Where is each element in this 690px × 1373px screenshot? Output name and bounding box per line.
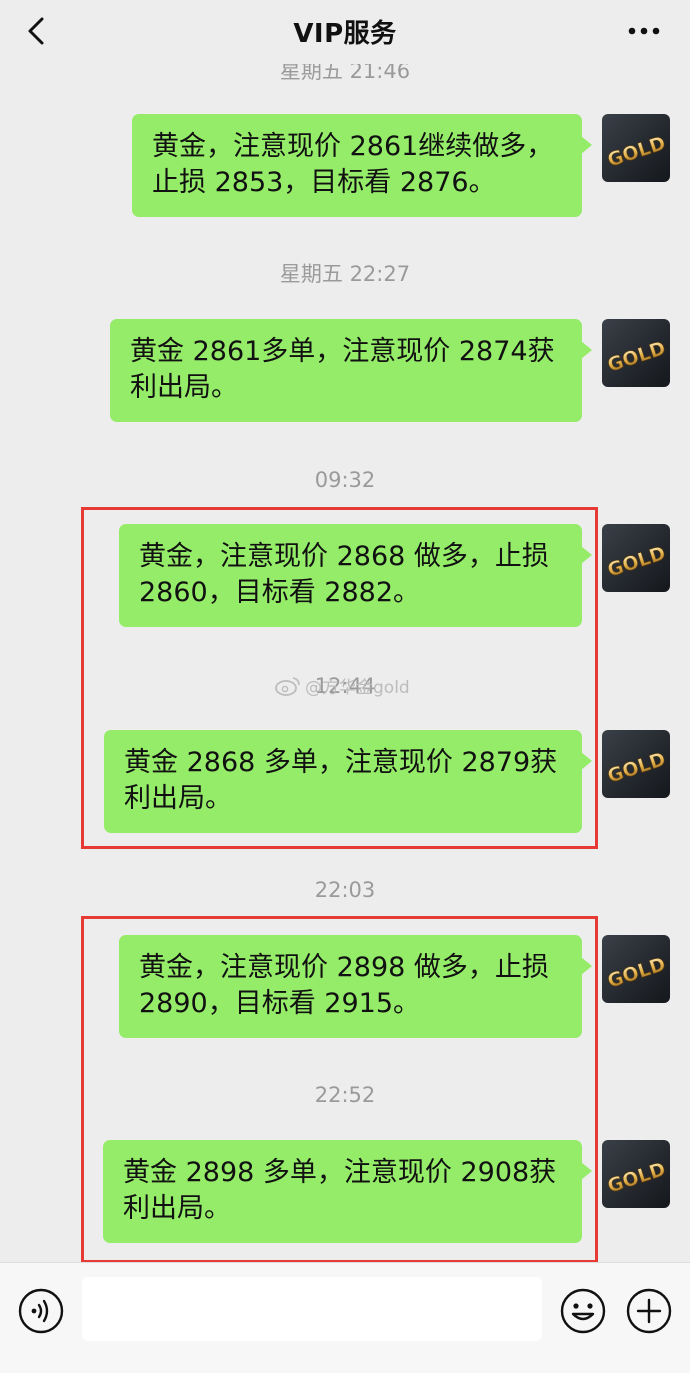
message-bubble[interactable]: 黄金 2861多单，注意现价 2874获 利出局。: [110, 319, 592, 422]
timestamp: 22:52: [314, 1083, 376, 1107]
message-bubble[interactable]: 黄金 2868 多单，注意现价 2879获 利出局。: [104, 730, 592, 833]
avatar[interactable]: GOLD: [602, 1140, 670, 1208]
message-bubble[interactable]: 黄金，注意现价 2898 做多，止损 2890，目标看 2915。: [119, 935, 592, 1038]
gold-logo-icon: GOLD: [602, 524, 670, 592]
timestamp: 星期五 22:27: [279, 262, 411, 286]
avatar[interactable]: GOLD: [602, 114, 670, 182]
gold-logo-icon: GOLD: [602, 1140, 670, 1208]
navigation-bar: VIP服务: [0, 0, 690, 64]
message-input[interactable]: [82, 1277, 542, 1341]
gold-logo-icon: GOLD: [602, 730, 670, 798]
plus-icon[interactable]: [626, 1288, 672, 1334]
timestamp: 09:32: [314, 468, 376, 492]
message-bubble[interactable]: 黄金，注意现价 2861继续做多， 止损 2853，目标看 2876。: [132, 114, 592, 217]
timestamp: 22:03: [314, 878, 376, 902]
message-bubble[interactable]: 黄金，注意现价 2868 做多，止损 2860，目标看 2882。: [119, 524, 592, 627]
avatar[interactable]: GOLD: [602, 935, 670, 1003]
chat-area[interactable]: 星期五 21:46 黄金，注意现价 2861继续做多， 止损 2853，目标看 …: [0, 64, 690, 1262]
timestamp: 星期五 21:46: [279, 64, 411, 83]
watermark-text: @方华金gold: [305, 678, 410, 698]
input-bar: [0, 1262, 690, 1373]
gold-logo-icon: GOLD: [602, 319, 670, 387]
avatar[interactable]: GOLD: [602, 319, 670, 387]
more-dots-icon[interactable]: [628, 27, 660, 35]
gold-logo-icon: GOLD: [602, 935, 670, 1003]
watermark: @方华金gold: [275, 673, 410, 698]
page-title: VIP服务: [293, 19, 397, 49]
gold-logo-icon: GOLD: [602, 114, 670, 182]
avatar[interactable]: GOLD: [602, 524, 670, 592]
weibo-icon: [275, 676, 300, 696]
avatar[interactable]: GOLD: [602, 730, 670, 798]
message-bubble[interactable]: 黄金 2898 多单，注意现价 2908获 利出局。: [103, 1140, 592, 1243]
voice-icon[interactable]: [18, 1288, 64, 1334]
emoji-icon[interactable]: [560, 1288, 606, 1334]
